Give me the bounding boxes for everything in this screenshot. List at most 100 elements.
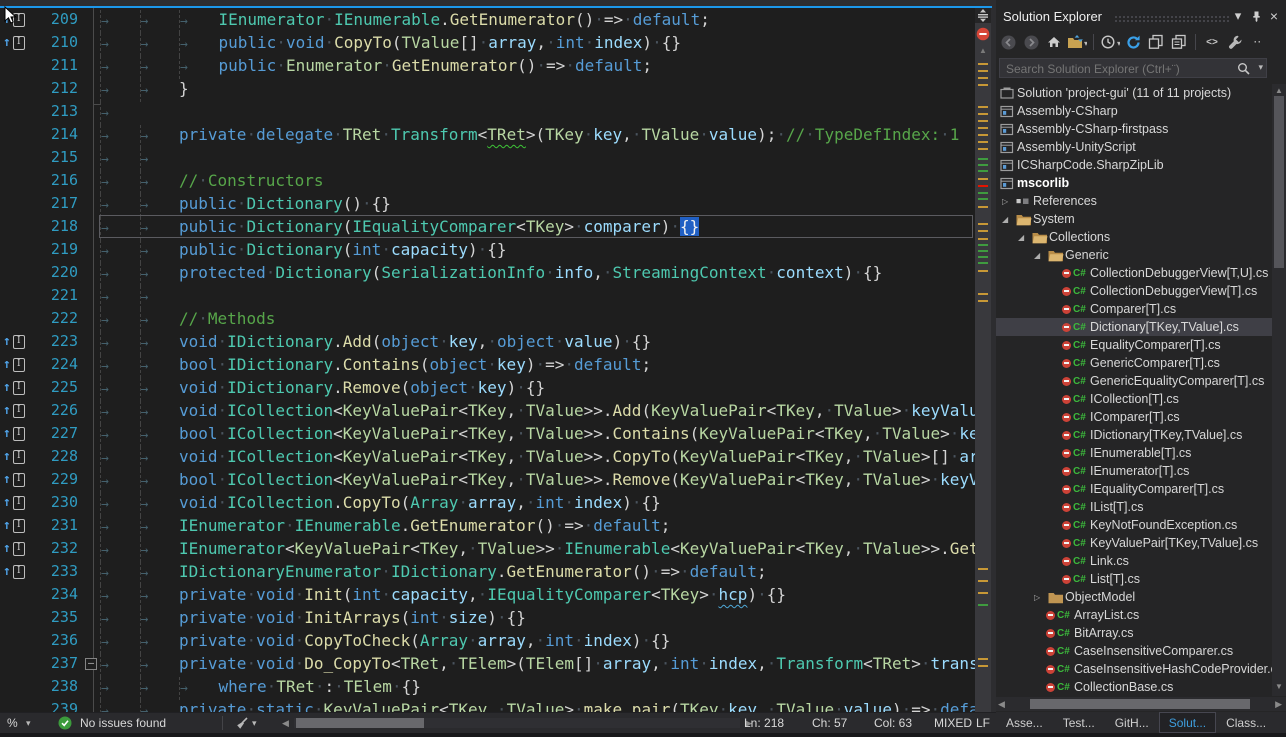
code-line[interactable]: 236→→private·void·CopyToCheck(Array·arra… (0, 629, 975, 652)
horizontal-scroll-thumb[interactable] (296, 718, 424, 728)
search-input[interactable] (1004, 60, 1228, 78)
tree-item[interactable]: C#CollectionDebuggerView[T].cs (996, 282, 1272, 300)
code-line[interactable]: 215→→ (0, 146, 975, 169)
tree-item[interactable]: ◢Collections (996, 228, 1272, 246)
tree-item[interactable]: C#Dictionary[TKey,TValue].cs (996, 318, 1272, 336)
tree-item[interactable]: C#GenericComparer[T].cs (996, 354, 1272, 372)
tree-horizontal-scrollbar[interactable]: ◀ ▶ (996, 697, 1286, 711)
code-line[interactable]: ↑I210→→→public·void·CopyTo(TValue[]·arra… (0, 31, 975, 54)
tree-item[interactable]: C#IDictionary[TKey,TValue].cs (996, 426, 1272, 444)
properties-icon[interactable] (1225, 32, 1245, 52)
close-icon[interactable]: × (1266, 8, 1282, 24)
code-line[interactable]: ↑I228→→void·ICollection<KeyValuePair<TKe… (0, 445, 975, 468)
code-line[interactable]: ↑I226→→void·ICollection<KeyValuePair<TKe… (0, 399, 975, 422)
code-line[interactable]: 213→ (0, 100, 975, 123)
expander-expanded-icon[interactable]: ◢ (1002, 215, 1016, 224)
zoom-level-dropdown[interactable]: % (7, 713, 18, 733)
window-position-chevron-icon[interactable]: ▾ (1230, 8, 1246, 24)
panel-tab[interactable]: Test... (1053, 712, 1105, 733)
tree-item[interactable]: C#ArrayList.cs (996, 606, 1272, 624)
tree-item[interactable]: ◢Generic (996, 246, 1272, 264)
code-line[interactable]: ↑I231→→IEnumerator·IEnumerable.GetEnumer… (0, 514, 975, 537)
code-line[interactable]: 235→→private·void·InitArrays(int·size)·{… (0, 606, 975, 629)
code-line[interactable]: ↑I232→→IEnumerator<KeyValuePair<TKey,·TV… (0, 537, 975, 560)
search-options-caret-icon[interactable]: ▾ (1258, 62, 1263, 73)
home-icon[interactable] (1044, 32, 1064, 52)
tree-item[interactable]: ▷ObjectModel (996, 588, 1272, 606)
tree-item[interactable]: ◢System (996, 210, 1272, 228)
preview-selected-items-icon[interactable] (1169, 32, 1189, 52)
tree-item[interactable]: C#IComparer[T].cs (996, 408, 1272, 426)
tree-scroll-down-arrow-icon[interactable]: ▼ (1272, 682, 1286, 691)
tree-item[interactable]: C#List[T].cs (996, 570, 1272, 588)
tree-item[interactable]: C#GenericEqualityComparer[T].cs (996, 372, 1272, 390)
code-line[interactable]: ↑I224→→bool·IDictionary.Contains(object·… (0, 353, 975, 376)
forward-icon[interactable] (1021, 32, 1041, 52)
code-line[interactable]: 238→→→where·TRet·:·TElem·{} (0, 675, 975, 698)
switch-views-icon[interactable]: ▾ (1067, 32, 1087, 52)
editor-split-handle-icon[interactable] (975, 8, 991, 23)
overflow-icon[interactable]: ·· (1248, 32, 1268, 52)
code-line[interactable]: ↑I223→→void·IDictionary.Add(object·key,·… (0, 330, 975, 353)
code-line[interactable]: 211→→→public·Enumerator·GetEnumerator()·… (0, 54, 975, 77)
tree-scroll-up-arrow-icon[interactable]: ▲ (1272, 86, 1286, 95)
tree-item[interactable]: C#CaseInsensitiveHashCodeProvider.cs (996, 660, 1272, 678)
tree-item[interactable]: Assembly-CSharp (996, 102, 1272, 120)
panel-tab[interactable]: Asse... (996, 712, 1053, 733)
editor-vertical-scrollbar[interactable]: ▲ (975, 8, 991, 712)
search-icon[interactable] (1237, 62, 1250, 80)
tree-item[interactable]: Assembly-UnityScript (996, 138, 1272, 156)
editor-horizontal-scrollbar[interactable]: ◀ ▶ (282, 717, 752, 730)
code-line[interactable]: 218→→public·Dictionary(IEqualityComparer… (0, 215, 975, 238)
code-line[interactable]: 234→→private·void·Init(int·capacity,·IEq… (0, 583, 975, 606)
tree-item[interactable]: C#IEnumerator[T].cs (996, 462, 1272, 480)
scroll-up-arrow-icon[interactable]: ▲ (975, 46, 991, 55)
tree-vertical-scroll-thumb[interactable] (1274, 96, 1284, 268)
panel-tab[interactable]: Tea... (1276, 712, 1286, 733)
tree-item[interactable]: C#KeyValuePair[TKey,TValue].cs (996, 534, 1272, 552)
tree-item[interactable]: C#CaseInsensitiveComparer.cs (996, 642, 1272, 660)
tree-item[interactable]: C#BitArray.cs (996, 624, 1272, 642)
tree-item[interactable]: C#EqualityComparer[T].cs (996, 336, 1272, 354)
panel-tab[interactable]: GitH... (1105, 712, 1159, 733)
tree-horizontal-scroll-thumb[interactable] (1030, 699, 1250, 709)
code-line[interactable]: 239→→private·static·KeyValuePair<TKey,·T… (0, 698, 975, 712)
code-line[interactable]: 219→→public·Dictionary(int·capacity)·{} (0, 238, 975, 261)
code-line[interactable]: 222→→//·Methods (0, 307, 975, 330)
tree-item[interactable]: C#ICollection[T].cs (996, 390, 1272, 408)
tree-item[interactable]: C#Link.cs (996, 552, 1272, 570)
code-line[interactable]: 216→→//·Constructors (0, 169, 975, 192)
code-line[interactable]: ↑I229→→bool·ICollection<KeyValuePair<TKe… (0, 468, 975, 491)
tree-item[interactable]: C#CollectionBase.cs (996, 678, 1272, 696)
pending-changes-filter-icon[interactable]: ▾ (1100, 32, 1120, 52)
tree-item[interactable]: C#CollectionDebuggerView[T,U].cs (996, 264, 1272, 282)
zoom-dropdown-caret-icon[interactable]: ▾ (26, 713, 31, 733)
code-line[interactable]: ↑I233→→IDictionaryEnumerator·IDictionary… (0, 560, 975, 583)
code-line[interactable]: 237–→→private·void·Do_CopyTo<TRet,·TElem… (0, 652, 975, 675)
tree-item[interactable]: ▷References (996, 192, 1272, 210)
scroll-left-arrow-icon[interactable]: ◀ (282, 718, 289, 729)
back-icon[interactable] (998, 32, 1018, 52)
pin-icon[interactable] (1248, 10, 1264, 26)
tree-item[interactable]: Assembly-CSharp-firstpass (996, 120, 1272, 138)
tree-scroll-right-arrow-icon[interactable]: ▶ (1275, 699, 1282, 710)
code-line[interactable]: 221→→ (0, 284, 975, 307)
cleanup-dropdown-caret-icon[interactable]: ▾ (252, 713, 257, 733)
view-code-icon[interactable]: <> (1202, 32, 1222, 52)
tree-item[interactable]: ICSharpCode.SharpZipLib (996, 156, 1272, 174)
panel-tab[interactable]: Solut... (1159, 712, 1216, 733)
collapse-all-icon[interactable] (1146, 32, 1166, 52)
horizontal-scroll-track[interactable] (294, 718, 740, 728)
solution-explorer-title-bar[interactable]: Solution Explorer ▾ × (996, 5, 1286, 28)
code-line[interactable]: ↑I209→→→IEnumerator·IEnumerable.GetEnume… (0, 8, 975, 31)
code-line[interactable]: ↑I227→→bool·ICollection<KeyValuePair<TKe… (0, 422, 975, 445)
expander-expanded-icon[interactable]: ◢ (1034, 251, 1048, 260)
search-box[interactable]: ▾ (999, 58, 1267, 78)
tree-scroll-left-arrow-icon[interactable]: ◀ (998, 699, 1005, 710)
tree-item[interactable]: C#IList[T].cs (996, 498, 1272, 516)
tree-item[interactable]: C#IEqualityComparer[T].cs (996, 480, 1272, 498)
refresh-icon[interactable] (1123, 32, 1143, 52)
code-viewport[interactable]: ↑I209→→→IEnumerator·IEnumerable.GetEnume… (0, 8, 975, 712)
expander-collapsed-icon[interactable]: ▷ (1034, 593, 1048, 602)
code-line[interactable]: ↑I230→→void·ICollection.CopyTo(Array·arr… (0, 491, 975, 514)
